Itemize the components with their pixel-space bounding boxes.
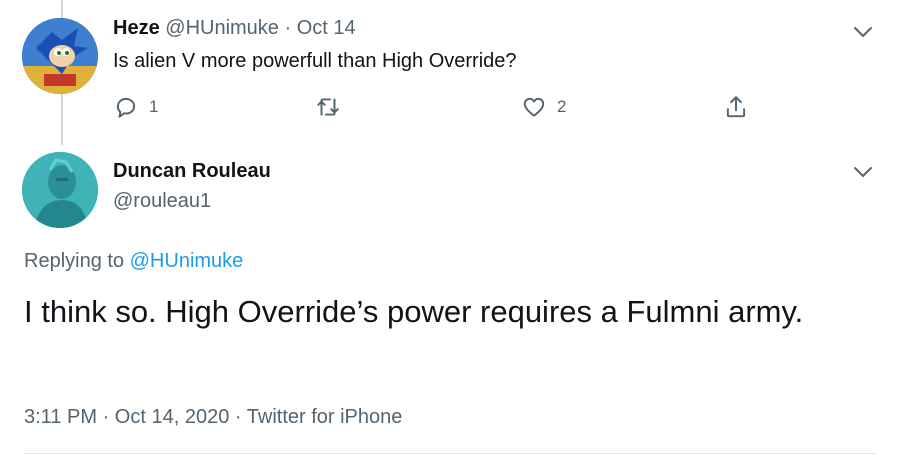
dot-separator: ·: [102, 406, 110, 428]
sonic-avatar-icon: [22, 18, 98, 94]
tweet-client-source[interactable]: Twitter for iPhone: [247, 406, 403, 428]
retweet-button[interactable]: [315, 92, 351, 122]
reply-button[interactable]: 1: [113, 92, 158, 122]
tweet-metadata: 3:11 PM · Oct 14, 2020 · Twitter for iPh…: [24, 406, 402, 429]
duncan-avatar[interactable]: [22, 152, 98, 228]
portrait-avatar-icon: [22, 152, 98, 228]
display-name[interactable]: Duncan Rouleau: [113, 160, 271, 183]
heart-icon: [523, 97, 545, 117]
dot-separator: ·: [234, 406, 242, 428]
retweet-icon: [317, 98, 339, 116]
chevron-down-icon[interactable]: [851, 20, 875, 44]
chevron-down-icon[interactable]: [851, 160, 875, 184]
heze-avatar[interactable]: [22, 18, 98, 94]
replying-to-label: Replying to: [24, 250, 125, 272]
like-button[interactable]: 2: [521, 92, 566, 122]
tweet-date[interactable]: Oct 14: [297, 17, 356, 39]
tweet-action-bar: 1 2: [113, 92, 773, 122]
replying-to-handle-link[interactable]: @HUnimuke: [130, 250, 244, 272]
share-icon: [726, 96, 746, 118]
replying-to-line: Replying to @HUnimuke: [24, 250, 243, 273]
parent-name-row: Heze @HUnimuke · Oct 14: [113, 17, 356, 40]
parent-tweet-text: Is alien V more powerfull than High Over…: [113, 50, 517, 72]
divider: [24, 453, 876, 454]
user-handle[interactable]: @rouleau1: [113, 190, 211, 213]
main-tweet-text: I think so. High Override’s power requir…: [24, 294, 804, 329]
like-count: 2: [557, 97, 567, 116]
reply-icon: [116, 97, 136, 118]
tweet-full-date[interactable]: Oct 14, 2020: [115, 406, 230, 428]
share-button[interactable]: [723, 92, 749, 122]
parent-tweet[interactable]: Heze @HUnimuke · Oct 14 Is alien V more …: [0, 0, 900, 145]
dot-separator: ·: [284, 17, 292, 39]
user-handle[interactable]: @HUnimuke: [165, 17, 279, 39]
display-name[interactable]: Heze: [113, 17, 160, 39]
reply-count: 1: [149, 97, 159, 116]
tweet-time[interactable]: 3:11 PM: [24, 406, 97, 428]
